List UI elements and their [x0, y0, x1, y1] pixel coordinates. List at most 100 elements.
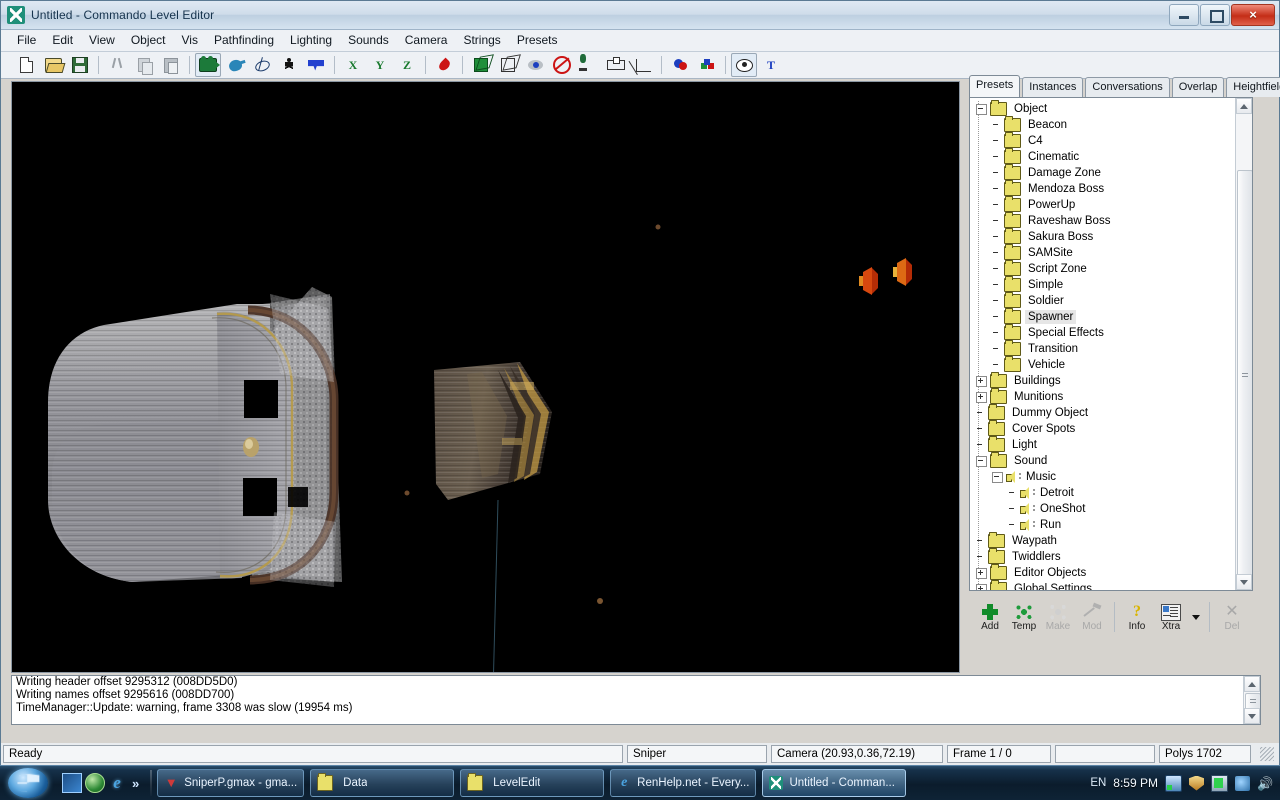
title-bar[interactable]: Untitled - Commando Level Editor × [1, 1, 1279, 30]
tree-item-beacon[interactable]: Beacon [974, 117, 1236, 133]
tray-security-icon[interactable] [1189, 776, 1204, 791]
tree-item-spawner[interactable]: Spawner [974, 309, 1236, 325]
tray-volume-icon[interactable]: 🔊 [1257, 776, 1272, 791]
menu-view[interactable]: View [81, 31, 123, 50]
log-scrollbar[interactable] [1243, 676, 1260, 724]
tree-item-twiddlers[interactable]: Twiddlers [974, 549, 1236, 565]
close-button[interactable]: × [1231, 4, 1275, 26]
globe-icon[interactable] [85, 773, 105, 793]
menu-sounds[interactable]: Sounds [340, 31, 397, 50]
taskbar-item-data[interactable]: Data [310, 769, 454, 797]
taskbar-item-leveledit[interactable]: LevelEdit [460, 769, 604, 797]
tree-item-sakura-boss[interactable]: Sakura Boss [974, 229, 1236, 245]
menu-object[interactable]: Object [123, 31, 174, 50]
walkthru-button[interactable] [276, 53, 302, 77]
expand-icon[interactable] [976, 568, 987, 579]
tree-item-run[interactable]: Run [974, 517, 1236, 533]
menu-presets[interactable]: Presets [509, 31, 566, 50]
tree-item-c4[interactable]: C4 [974, 133, 1236, 149]
tab-conversations[interactable]: Conversations [1085, 77, 1169, 97]
cut-button[interactable] [104, 53, 130, 77]
tree-item-special-effects[interactable]: Special Effects [974, 325, 1236, 341]
text-tool-button[interactable]: T [758, 53, 784, 77]
log-scroll-up-button[interactable] [1244, 676, 1260, 692]
tree-item-global-settings[interactable]: Global Settings [974, 581, 1236, 591]
tree-item-powerup[interactable]: PowerUp [974, 197, 1236, 213]
pathfind-button[interactable] [249, 53, 275, 77]
tray-clock[interactable]: 8:59 PM [1113, 776, 1158, 790]
tree-item-samsite[interactable]: SAMSite [974, 245, 1236, 261]
menu-lighting[interactable]: Lighting [282, 31, 340, 50]
menu-vis[interactable]: Vis [174, 31, 206, 50]
tree-item-dummy-object[interactable]: Dummy Object [974, 405, 1236, 421]
tree-item-soldier[interactable]: Soldier [974, 293, 1236, 309]
scroll-thumb[interactable] [1237, 170, 1253, 582]
vis-disable-button[interactable] [549, 53, 575, 77]
taskbar-item-renhelp[interactable]: e RenHelp.net - Every... [610, 769, 756, 797]
collapse-icon[interactable] [976, 104, 987, 115]
angle-button[interactable] [630, 53, 656, 77]
new-button[interactable] [13, 53, 39, 77]
menu-pathfinding[interactable]: Pathfinding [206, 31, 282, 50]
tray-display-icon[interactable] [1235, 776, 1250, 791]
tree-item-detroit[interactable]: Detroit [974, 485, 1236, 501]
show-geometry-button[interactable] [468, 53, 494, 77]
menu-strings[interactable]: Strings [455, 31, 508, 50]
tab-instances[interactable]: Instances [1022, 77, 1083, 97]
tree-item-cinematic[interactable]: Cinematic [974, 149, 1236, 165]
maximize-button[interactable] [1200, 4, 1230, 26]
taskbar-item-commando[interactable]: Untitled - Comman... [762, 769, 906, 797]
tree-item-buildings[interactable]: Buildings [974, 373, 1236, 389]
vis-sector-button[interactable] [731, 53, 757, 77]
3d-viewport[interactable] [11, 81, 960, 673]
tab-presets[interactable]: Presets [969, 75, 1020, 97]
delete-button[interactable]: ✕ Del [1215, 596, 1249, 638]
tree-item-editor-objects[interactable]: Editor Objects [974, 565, 1236, 581]
scroll-down-button[interactable] [1236, 574, 1252, 590]
minimize-button[interactable] [1169, 4, 1199, 26]
measure-button[interactable] [603, 53, 629, 77]
tree-item-raveshaw-boss[interactable]: Raveshaw Boss [974, 213, 1236, 229]
menu-file[interactable]: File [9, 31, 44, 50]
collapse-icon[interactable] [992, 472, 1003, 483]
resize-grip-icon[interactable] [1260, 747, 1274, 761]
tab-overlap[interactable]: Overlap [1172, 77, 1225, 97]
info-button[interactable]: ? Info [1120, 596, 1154, 638]
camera-button[interactable] [195, 53, 221, 77]
output-log-panel[interactable]: Writing header offset 9295312 (008DD5D0)… [11, 675, 1261, 725]
material-paint-button[interactable] [667, 53, 693, 77]
temp-preset-button[interactable]: Temp [1007, 596, 1041, 638]
tree-scrollbar[interactable] [1235, 98, 1252, 590]
tree-item-mendoza-boss[interactable]: Mendoza Boss [974, 181, 1236, 197]
taskbar-item-gmax[interactable]: ▼ SniperP.gmax - gma... [157, 769, 304, 797]
mod-preset-button[interactable]: Mod [1075, 596, 1109, 638]
tree-item-oneshot[interactable]: OneShot [974, 501, 1236, 517]
object-blocks-button[interactable] [694, 53, 720, 77]
xtra-button[interactable]: Xtra [1154, 596, 1188, 638]
expand-icon[interactable] [976, 392, 987, 403]
vis-points-button[interactable] [522, 53, 548, 77]
lighting-button[interactable] [222, 53, 248, 77]
menu-camera[interactable]: Camera [397, 31, 456, 50]
tree-item-cover-spots[interactable]: Cover Spots [974, 421, 1236, 437]
tree-item-object[interactable]: Object [974, 101, 1236, 117]
add-preset-button[interactable]: Add [973, 596, 1007, 638]
open-button[interactable] [40, 53, 66, 77]
tree-item-waypath[interactable]: Waypath [974, 533, 1236, 549]
make-preset-button[interactable]: Make [1041, 596, 1075, 638]
save-button[interactable] [67, 53, 93, 77]
tray-language[interactable]: EN [1090, 777, 1106, 789]
show-desktop-icon[interactable] [62, 773, 82, 793]
copy-button[interactable] [131, 53, 157, 77]
axis-y-button[interactable]: Y [367, 53, 393, 77]
tree-item-music[interactable]: Music [974, 469, 1236, 485]
tray-network-icon[interactable] [1165, 775, 1182, 792]
tab-heightfield[interactable]: Heightfield [1226, 77, 1280, 97]
tree-item-munitions[interactable]: Munitions [974, 389, 1236, 405]
axis-z-button[interactable]: Z [394, 53, 420, 77]
wireframe-button[interactable] [495, 53, 521, 77]
tree-item-transition[interactable]: Transition [974, 341, 1236, 357]
internet-explorer-icon[interactable]: e [108, 774, 126, 792]
chevron-down-icon[interactable] [1192, 615, 1200, 620]
tree-item-damage-zone[interactable]: Damage Zone [974, 165, 1236, 181]
